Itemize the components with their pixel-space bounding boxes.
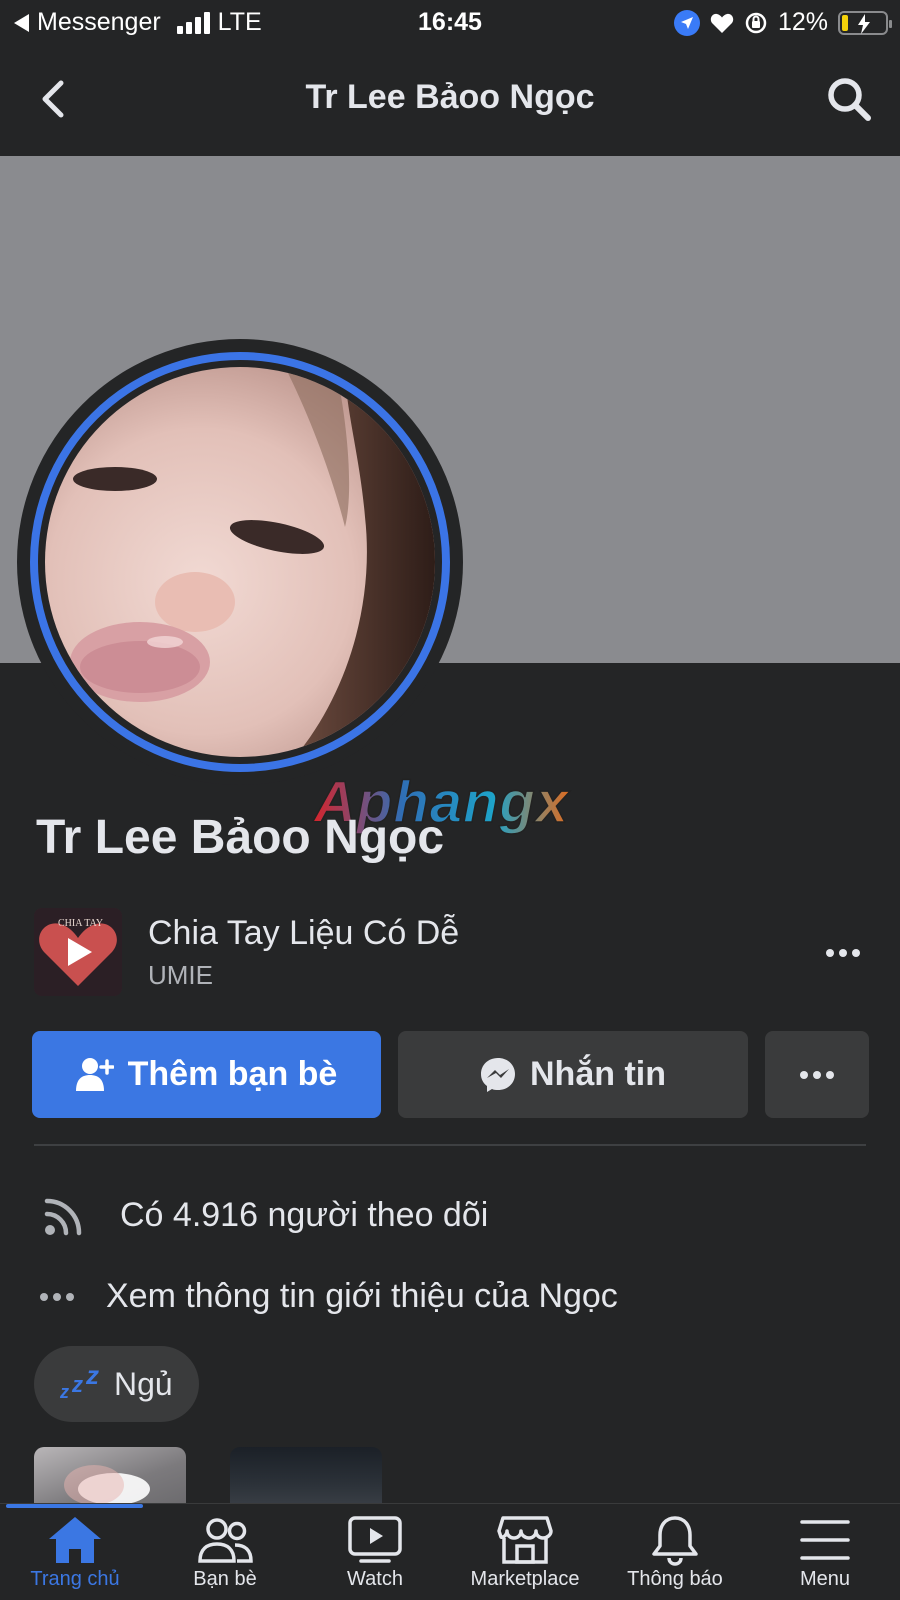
song-artist: UMIE: [148, 960, 213, 990]
tab-marketplace[interactable]: Marketplace: [450, 1504, 600, 1600]
watch-icon: [348, 1516, 402, 1563]
tab-label: Watch: [347, 1568, 403, 1590]
location-icon: [673, 9, 700, 36]
status-label: Ngủ: [114, 1365, 173, 1402]
photo-thumbnail[interactable]: [230, 1447, 382, 1507]
tab-label: Trang chủ: [30, 1568, 120, 1590]
add-friend-label: Thêm bạn bè: [127, 1055, 338, 1093]
bottom-tab-bar: Trang chủ Bạn bè Watch Marketplace Thông…: [0, 1503, 900, 1600]
song-title[interactable]: Chia Tay Liệu Có Dễ: [148, 914, 459, 953]
tab-label: Menu: [799, 1568, 851, 1590]
heart-icon: [710, 13, 734, 33]
rotation-lock-icon: [745, 12, 767, 33]
search-button[interactable]: [824, 74, 874, 124]
status-right: 12%: [673, 8, 892, 37]
messenger-icon: [481, 1057, 515, 1092]
add-friend-button[interactable]: Thêm bạn bè: [32, 1031, 381, 1118]
tab-friends[interactable]: Bạn bè: [150, 1504, 300, 1600]
tab-label: Thông báo: [627, 1568, 723, 1590]
followers-row[interactable]: Có 4.916 người theo dõi: [40, 1190, 488, 1240]
search-icon: [828, 78, 871, 121]
profile-header: Tr Lee Bảoo Ngọc: [0, 46, 900, 156]
message-button[interactable]: Nhắn tin: [398, 1031, 748, 1118]
status-bar: Messenger LTE 16:45 12%: [0, 0, 900, 46]
about-row[interactable]: Xem thông tin giới thiệu của Ngọc: [40, 1277, 618, 1316]
tab-home[interactable]: Trang chủ: [0, 1504, 150, 1600]
tab-label: Bạn bè: [193, 1568, 257, 1590]
chevron-left-icon: [42, 80, 64, 118]
followers-text: Có 4.916 người theo dõi: [120, 1195, 489, 1234]
battery-percent: 12%: [777, 8, 828, 36]
song-cover[interactable]: CHIA TAY: [34, 908, 122, 996]
status-chip[interactable]: z z z Ngủ: [34, 1346, 199, 1422]
friends-icon: [198, 1518, 253, 1563]
story-ring: [30, 352, 450, 772]
sleep-icon: z z z: [60, 1360, 99, 1402]
back-button[interactable]: [30, 76, 76, 122]
bell-icon: [652, 1516, 698, 1566]
home-icon: [49, 1517, 101, 1563]
tab-menu[interactable]: Menu: [750, 1504, 900, 1600]
more-info-icon: [40, 1292, 84, 1301]
photo-thumbnail[interactable]: [34, 1447, 186, 1507]
about-text: Xem thông tin giới thiệu của Ngọc: [106, 1277, 618, 1315]
profile-song[interactable]: CHIA TAY Chia Tay Liệu Có Dễ UMIE: [34, 908, 870, 998]
profile-picture[interactable]: [17, 339, 463, 785]
menu-icon: [800, 1520, 850, 1560]
marketplace-icon: [497, 1516, 553, 1564]
rss-icon: [40, 1190, 90, 1240]
profile-name: Tr Lee Bảoo Ngọc: [36, 811, 445, 864]
message-label: Nhắn tin: [530, 1055, 666, 1093]
song-cover-text: CHIA TAY: [58, 918, 103, 929]
page-title: Tr Lee Bảoo Ngọc: [305, 78, 595, 116]
more-actions-button[interactable]: [765, 1031, 869, 1118]
tab-notifications[interactable]: Thông báo: [600, 1504, 750, 1600]
tab-label: Marketplace: [470, 1568, 580, 1590]
add-friend-icon: [75, 1057, 114, 1091]
song-more-button[interactable]: [818, 933, 868, 973]
divider: [34, 1144, 866, 1146]
battery-icon: [838, 10, 892, 35]
tab-watch[interactable]: Watch: [300, 1504, 450, 1600]
avatar-photo: [45, 367, 435, 757]
